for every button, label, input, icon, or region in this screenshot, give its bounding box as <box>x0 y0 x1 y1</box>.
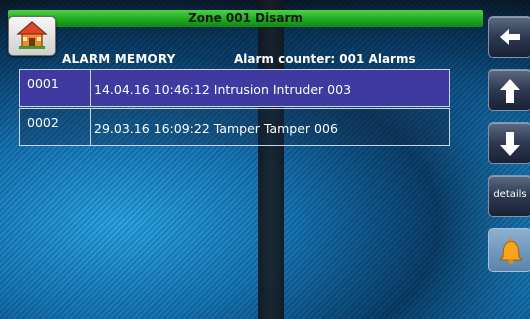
home-icon <box>16 21 48 49</box>
alarm-row[interactable]: 0002 29.03.16 16:09:22 Tamper Tamper 006 <box>19 108 450 146</box>
alarm-counter: Alarm counter: 001 Alarms <box>234 52 416 66</box>
details-button[interactable]: details <box>488 175 530 217</box>
scroll-down-button[interactable] <box>488 122 530 164</box>
back-button[interactable] <box>488 16 530 58</box>
scroll-up-button[interactable] <box>488 69 530 111</box>
arrow-left-icon <box>500 29 520 45</box>
alarm-description: 29.03.16 16:09:22 Tamper Tamper 006 <box>94 121 338 136</box>
zone-status-title: Zone 001 Disarm <box>188 11 303 25</box>
home-button[interactable] <box>8 16 56 56</box>
details-label: details <box>493 189 527 200</box>
arrow-down-icon <box>500 132 520 156</box>
alarm-bell-button[interactable] <box>488 228 530 272</box>
bell-icon <box>498 238 524 265</box>
alarm-memory-title: ALARM MEMORY <box>62 52 176 66</box>
zone-status-bar: Zone 001 Disarm <box>8 10 483 27</box>
alarm-id: 0002 <box>20 109 91 145</box>
background-band <box>258 0 284 319</box>
alarm-id: 0001 <box>20 70 91 106</box>
arrow-up-icon <box>500 79 520 103</box>
alarm-row[interactable]: 0001 14.04.16 10:46:12 Intrusion Intrude… <box>19 69 450 107</box>
